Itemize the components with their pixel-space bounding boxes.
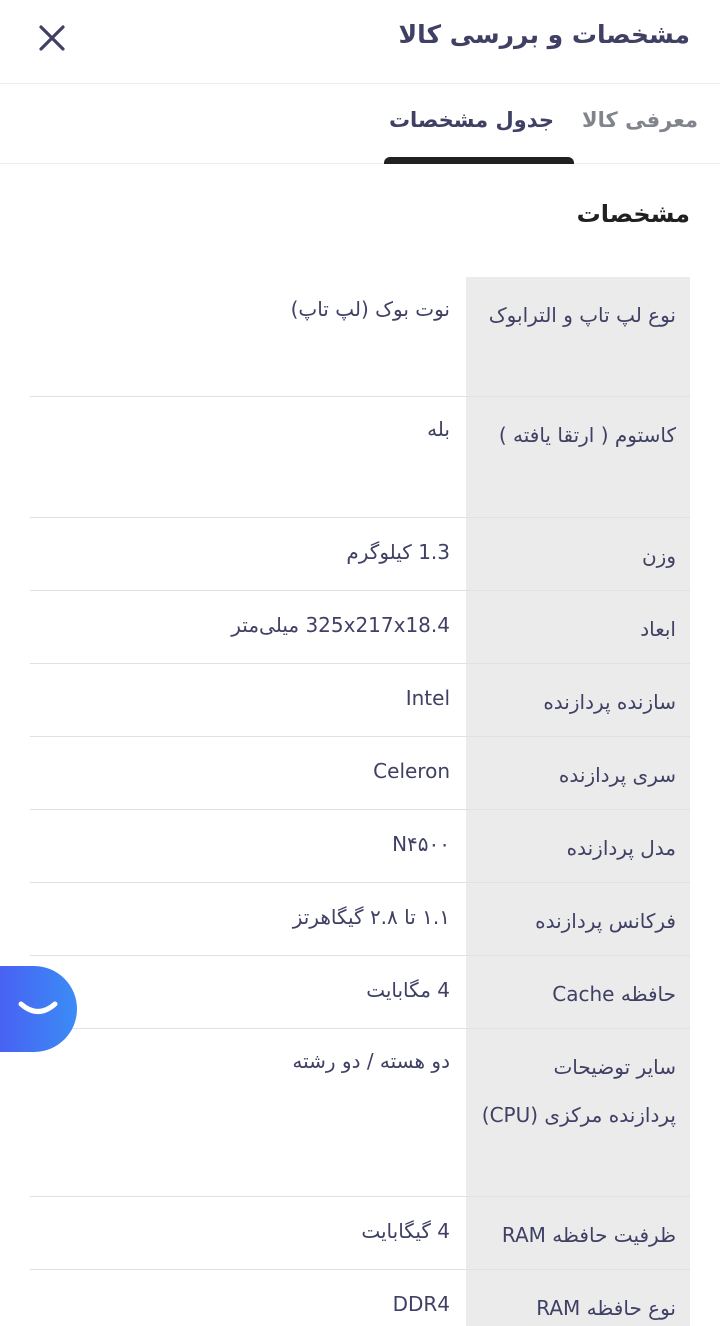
spec-row: فرکانس پردازنده ۱.۱ تا ۲.۸ گیگاهرتز	[30, 883, 690, 956]
spec-key: مدل پردازنده	[466, 810, 690, 882]
spec-key: سازنده پردازنده	[466, 664, 690, 736]
spec-value: Celeron	[373, 759, 450, 783]
spec-row: سازنده پردازنده Intel	[30, 664, 690, 737]
close-button[interactable]	[30, 18, 74, 58]
tab-intro[interactable]: معرفی کالا	[582, 108, 698, 132]
spec-value: 1.3 کیلوگرم	[346, 540, 450, 564]
spec-key: ظرفیت حافظه RAM	[466, 1197, 690, 1269]
spec-key: فرکانس پردازنده	[466, 883, 690, 955]
spec-value: دو هسته / دو رشته	[292, 1049, 450, 1073]
spec-value: نوت بوک (لپ تاپ)	[290, 297, 450, 321]
tab-bar: معرفی کالا جدول مشخصات	[0, 84, 720, 164]
page-title: مشخصات و بررسی کالا	[398, 20, 690, 49]
spec-value: N۴۵۰۰	[392, 832, 450, 856]
spec-value: DDR4	[392, 1292, 450, 1316]
spec-row: کاستوم ( ارتقا یافته ) بله	[30, 397, 690, 518]
spec-row: وزن 1.3 کیلوگرم	[30, 518, 690, 591]
spec-key: سایر توضیحات پردازنده مرکزی (CPU)	[466, 1029, 690, 1196]
spec-row: نوع حافظه RAM DDR4	[30, 1270, 690, 1326]
spec-key: نوع لپ تاپ و الترابوک	[466, 277, 690, 396]
spec-value: 4 گیگابایت	[361, 1219, 450, 1243]
spec-value: Intel	[405, 686, 450, 710]
spec-key: حافظه Cache	[466, 956, 690, 1028]
spec-row: ابعاد 325x217x18.4 میلی‌متر	[30, 591, 690, 664]
close-icon	[39, 25, 65, 51]
spec-value: 4 مگابایت	[366, 978, 450, 1002]
spec-key: نوع حافظه RAM	[466, 1270, 690, 1326]
spec-value: بله	[427, 417, 450, 441]
header: مشخصات و بررسی کالا	[0, 0, 720, 84]
chat-smile-icon	[18, 1001, 57, 1014]
spec-key: سری پردازنده	[466, 737, 690, 809]
spec-key: وزن	[466, 518, 690, 590]
spec-table: نوع لپ تاپ و الترابوک نوت بوک (لپ تاپ) ک…	[30, 277, 690, 1326]
spec-row: حافظه Cache 4 مگابایت	[30, 956, 690, 1029]
spec-value: 325x217x18.4 میلی‌متر	[231, 613, 450, 637]
spec-key: ابعاد	[466, 591, 690, 663]
spec-row: مدل پردازنده N۴۵۰۰	[30, 810, 690, 883]
tab-specs[interactable]: جدول مشخصات	[389, 108, 554, 132]
spec-key: کاستوم ( ارتقا یافته )	[466, 397, 690, 517]
spec-value: ۱.۱ تا ۲.۸ گیگاهرتز	[292, 905, 450, 929]
spec-row: نوع لپ تاپ و الترابوک نوت بوک (لپ تاپ)	[30, 277, 690, 397]
spec-row: سایر توضیحات پردازنده مرکزی (CPU) دو هست…	[30, 1029, 690, 1197]
spec-row: ظرفیت حافظه RAM 4 گیگابایت	[30, 1197, 690, 1270]
section-title: مشخصات	[576, 200, 690, 228]
spec-page: مشخصات و بررسی کالا معرفی کالا جدول مشخص…	[0, 0, 720, 1326]
spec-row: سری پردازنده Celeron	[30, 737, 690, 810]
active-tab-indicator	[384, 157, 574, 164]
